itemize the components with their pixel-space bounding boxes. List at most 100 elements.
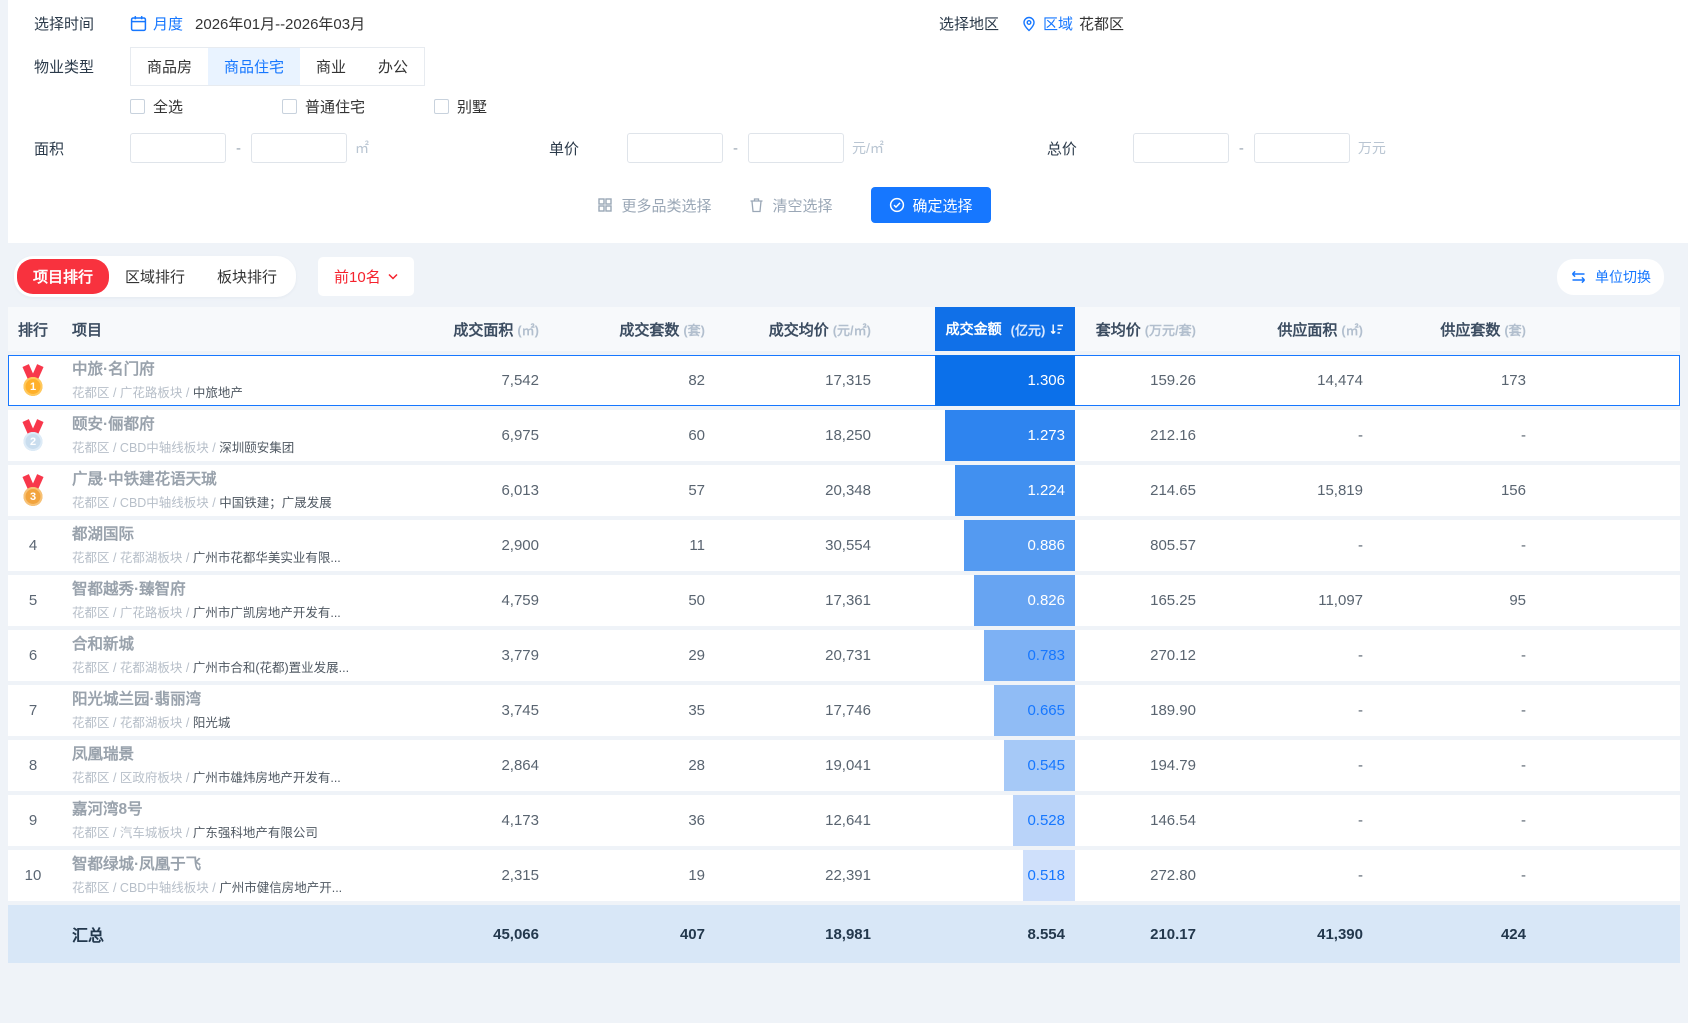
deal-amount-cell: 0.886 [935, 520, 1075, 571]
top-n-label: 前10名 [334, 269, 381, 286]
avg-total-cell: 272.80 [1150, 867, 1196, 884]
table-row[interactable]: 9 嘉河湾8号 花都区 / 汽车城板块 / 广东强科地产有限公司 4,173 36 12,… [8, 795, 1680, 846]
top-n-dropdown[interactable]: 前10名 [318, 257, 414, 296]
property-type-tab-3[interactable]: 办公 [362, 48, 424, 85]
property-type-label: 物业类型 [34, 59, 95, 76]
avg-total-cell: 146.54 [1150, 812, 1196, 829]
deal-area-cell: 2,864 [501, 757, 539, 774]
property-type-tab-0[interactable]: 商品房 [131, 48, 208, 85]
checkbox-icon[interactable] [130, 99, 145, 114]
project-developer: 阳光城 [192, 715, 231, 730]
area-max-input[interactable] [251, 133, 347, 163]
range-separator: - [236, 139, 241, 157]
deal-units-cell: 50 [688, 592, 705, 609]
subtype-checkbox-2[interactable]: 别墅 [434, 96, 586, 117]
project-cell: 都湖国际 花都区 / 花都湖板块 / 广州市花都华美实业有限... [58, 525, 398, 565]
supply-area-cell: - [1358, 537, 1363, 554]
unit-switch-button[interactable]: 单位切换 [1557, 258, 1664, 295]
table-row[interactable]: 3 广晟·中铁建花语天珹 花都区 / CBD中轴线板块 / 中国铁建；广晟发展 6,0… [8, 465, 1680, 516]
swap-arrows-icon [1571, 270, 1586, 283]
column-header-6: 套均价 (万元/套) [1095, 321, 1196, 339]
project-subtitle: 花都区 / CBD中轴线板块 / 广州市健信房地产开... [72, 877, 398, 896]
project-name: 智都越秀·臻智府 [72, 581, 186, 599]
supply-area-cell: - [1358, 427, 1363, 444]
project-subtitle: 花都区 / 汽车城板块 / 广东强科地产有限公司 [72, 822, 398, 841]
checkbox-icon[interactable] [282, 99, 297, 114]
project-name: 凤凰瑞景 [72, 746, 135, 764]
area-min-input[interactable] [130, 133, 226, 163]
unit-price-min-input[interactable] [627, 133, 724, 163]
supply-area-cell: - [1358, 812, 1363, 829]
ranking-tab-1[interactable]: 区域排行 [109, 259, 201, 294]
project-location-path: 花都区 / 区政府板块 / [72, 770, 193, 785]
confirm-selection-button[interactable]: 确定选择 [870, 187, 991, 223]
ranking-tab-2[interactable]: 板块排行 [201, 259, 293, 294]
deal-amount-bar: 0.886 [964, 520, 1075, 571]
summary-label: 汇总 [72, 928, 105, 945]
range-separator: - [1238, 139, 1244, 157]
property-type-tab-1[interactable]: 商品住宅 [208, 48, 301, 85]
supply-units-cell: - [1521, 867, 1526, 884]
supply-units-cell: - [1521, 427, 1526, 444]
deal-amount-cell: 0.545 [935, 740, 1075, 791]
table-row[interactable]: 5 智都越秀·臻智府 花都区 / 广花路板块 / 广州市广凯房地产开发有... 4,7… [8, 575, 1680, 626]
column-header-5[interactable]: 成交金额 (亿元) [935, 307, 1075, 351]
date-range-value[interactable]: 2026年01月--2026年03月 [195, 13, 365, 34]
property-type-row: 物业类型 商品房 商品住宅 商业 办公 [34, 47, 1664, 86]
checkbox-icon[interactable] [434, 99, 449, 114]
table-row[interactable]: 7 阳光城兰园·翡丽湾 花都区 / 花都湖板块 / 阳光城 3,745 35 17,746… [8, 685, 1680, 736]
avg-total-cell: 189.90 [1150, 702, 1196, 719]
silver-medal-icon: 2 [20, 419, 46, 451]
project-name: 广晟·中铁建花语天珹 [72, 471, 217, 489]
avg-total-cell: 805.57 [1150, 537, 1196, 554]
column-header-3: 成交套数 (套) [619, 321, 705, 339]
deal-area-cell: 2,900 [501, 537, 539, 554]
clear-selection-button[interactable]: 清空选择 [749, 195, 833, 216]
table-row[interactable]: 1 中旅·名门府 花都区 / 广花路板块 / 中旅地产 7,542 82 17,315 1.… [8, 355, 1680, 406]
unit-price-max-input[interactable] [748, 133, 845, 163]
deal-avg-price-cell: 20,348 [825, 482, 871, 499]
region-value[interactable]: 花都区 [1079, 13, 1124, 34]
deal-units-cell: 28 [688, 757, 705, 774]
rank-cell: 3 [8, 474, 58, 506]
project-cell: 智都越秀·臻智府 花都区 / 广花路板块 / 广州市广凯房地产开发有... [58, 580, 398, 620]
property-type-tab-2[interactable]: 商业 [300, 48, 362, 85]
table-row[interactable]: 8 凤凰瑞景 花都区 / 区政府板块 / 广州市雄炜房地产开发有... 2,864 28… [8, 740, 1680, 791]
more-categories-label: 更多品类选择 [621, 197, 712, 215]
avg-total-cell: 159.26 [1150, 372, 1196, 389]
project-subtitle: 花都区 / 花都湖板块 / 广州市花都华美实业有限... [72, 547, 398, 566]
table-row[interactable]: 10 智都绿城·凤凰于飞 花都区 / CBD中轴线板块 / 广州市健信房地产开...… [8, 850, 1680, 901]
ranking-tab-0[interactable]: 项目排行 [17, 259, 110, 294]
area-unit-label: ㎡ [355, 140, 369, 156]
project-location-path: 花都区 / 花都湖板块 / [72, 660, 193, 675]
region-scope-selector[interactable]: 区域 [1021, 13, 1073, 34]
time-filter-label: 选择时间 [34, 16, 95, 33]
project-developer: 广州市健信房地产开... [219, 880, 343, 895]
unit-switch-label: 单位切换 [1595, 268, 1651, 285]
avg-total-cell: 212.16 [1150, 427, 1196, 444]
time-mode-selector[interactable]: 月度 [130, 13, 183, 34]
project-name: 智都绿城·凤凰于飞 [72, 856, 202, 874]
calendar-icon [130, 16, 147, 32]
table-row[interactable]: 2 颐安·俪都府 花都区 / CBD中轴线板块 / 深圳颐安集团 6,975 60 18,… [8, 410, 1680, 461]
subtype-checkbox-1[interactable]: 普通住宅 [282, 96, 434, 117]
clear-selection-label: 清空选择 [772, 197, 833, 215]
project-location-path: 花都区 / CBD中轴线板块 / [72, 440, 220, 455]
summary-supply-area: 41,390 [1317, 925, 1363, 943]
total-price-max-input[interactable] [1253, 133, 1350, 163]
subtype-checkbox-0[interactable]: 全选 [130, 96, 282, 117]
deal-area-cell: 4,173 [501, 812, 539, 829]
deal-area-cell: 3,779 [501, 647, 539, 664]
more-categories-button[interactable]: 更多品类选择 [597, 195, 711, 216]
table-row[interactable]: 4 都湖国际 花都区 / 花都湖板块 / 广州市花都华美实业有限... 2,900 11… [8, 520, 1680, 571]
deal-amount-bar: 0.665 [993, 685, 1075, 736]
project-subtitle: 花都区 / 花都湖板块 / 广州市合和(花都)置业发展... [72, 657, 398, 676]
avg-total-cell: 270.12 [1150, 647, 1196, 664]
table-row[interactable]: 6 合和新城 花都区 / 花都湖板块 / 广州市合和(花都)置业发展... 3,779… [8, 630, 1680, 681]
supply-area-cell: - [1358, 867, 1363, 884]
rank-cell: 9 [28, 812, 38, 829]
deal-area-cell: 2,315 [501, 867, 539, 884]
deal-amount-cell: 0.783 [935, 630, 1075, 681]
total-price-min-input[interactable] [1132, 133, 1229, 163]
project-name: 嘉河湾8号 [72, 801, 143, 819]
